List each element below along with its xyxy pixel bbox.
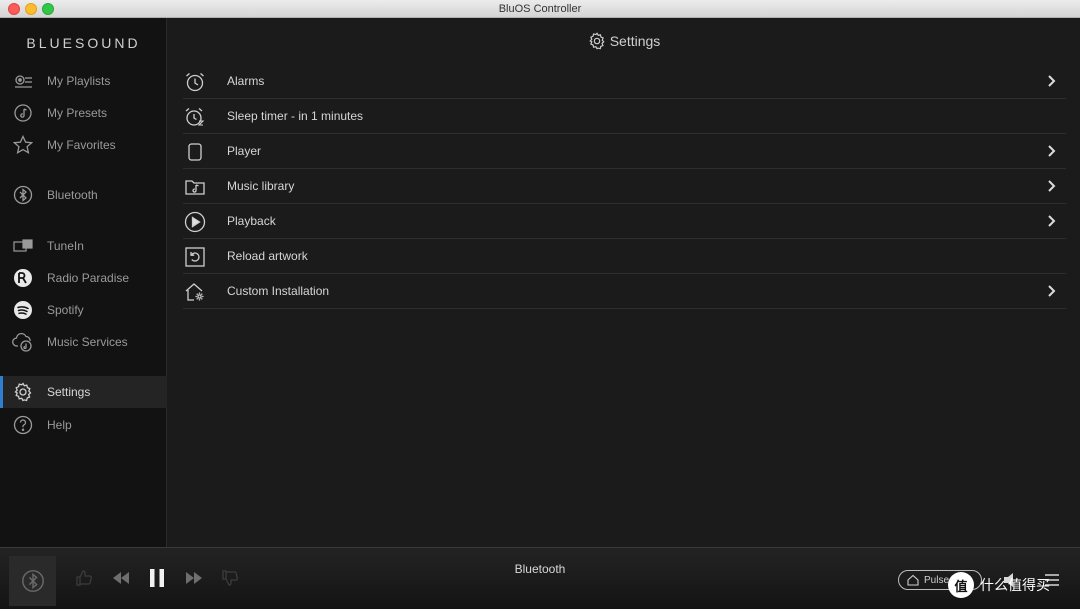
- settings-row-alarms[interactable]: Alarms: [183, 64, 1066, 99]
- sidebar-item-my-playlists[interactable]: My Playlists: [0, 65, 167, 97]
- sidebar-item-label: Spotify: [47, 303, 84, 317]
- play-circle-icon: [183, 210, 207, 234]
- sidebar-item-label: Settings: [47, 385, 91, 399]
- sidebar-item-radio-paradise[interactable]: Radio Paradise: [0, 262, 167, 294]
- sidebar-item-label: Music Services: [47, 335, 128, 349]
- sidebar-item-label: Radio Paradise: [47, 271, 130, 285]
- player-bar: Bluetooth Pulse: [0, 547, 1080, 609]
- window-title: BluOS Controller: [498, 3, 582, 15]
- music-folder-icon: [183, 175, 207, 199]
- sidebar-item-music-services[interactable]: Music Services: [0, 326, 167, 358]
- sidebar-item-label: Help: [47, 418, 72, 432]
- sidebar-item-tunein[interactable]: TuneIn: [0, 230, 167, 262]
- sidebar-item-my-favorites[interactable]: My Favorites: [0, 129, 167, 161]
- page-header: Settings: [168, 31, 1080, 51]
- settings-row-sleep-timer[interactable]: Sleep timer - in 1 minutes: [183, 99, 1066, 134]
- bluetooth-icon: [12, 184, 34, 206]
- watermark-text: 什么值得买: [980, 577, 1050, 593]
- preset-icon: [12, 102, 34, 124]
- star-icon: [12, 134, 34, 156]
- sidebar-item-bluetooth[interactable]: Bluetooth: [0, 179, 167, 211]
- settings-row-music-library[interactable]: Music library: [183, 169, 1066, 204]
- chevron-right-icon: [1044, 179, 1058, 193]
- reload-icon: [183, 245, 207, 269]
- sidebar-item-label: Bluetooth: [47, 188, 98, 202]
- help-icon: [12, 414, 34, 436]
- settings-list: Alarms Sleep timer - in 1 minutes Player: [183, 64, 1066, 309]
- settings-row-label: Playback: [227, 214, 276, 228]
- home-icon: [907, 574, 919, 586]
- spotify-icon: [12, 299, 34, 321]
- alarm-clock-icon: [183, 70, 207, 94]
- window-title-bar: BluOS Controller: [0, 0, 1080, 18]
- watermark: 值 什么值得买: [948, 568, 1080, 602]
- chevron-right-icon: [1044, 284, 1058, 298]
- settings-row-reload-artwork[interactable]: Reload artwork: [183, 239, 1066, 274]
- settings-row-label: Sleep timer - in 1 minutes: [227, 109, 364, 123]
- sidebar-item-label: My Playlists: [47, 74, 111, 88]
- playlist-icon: [12, 70, 34, 92]
- settings-row-player[interactable]: Player: [183, 134, 1066, 169]
- sidebar-item-spotify[interactable]: Spotify: [0, 294, 167, 326]
- sidebar-item-settings[interactable]: Settings: [0, 376, 167, 408]
- sleep-timer-icon: [183, 105, 207, 129]
- chevron-right-icon: [1044, 214, 1058, 228]
- settings-row-label: Player: [227, 144, 262, 158]
- sidebar-item-label: My Presets: [47, 106, 108, 120]
- settings-row-custom-installation[interactable]: Custom Installation: [183, 274, 1066, 309]
- cloud-music-icon: [12, 331, 34, 353]
- sidebar-item-my-presets[interactable]: My Presets: [0, 97, 167, 129]
- settings-row-label: Reload artwork: [227, 249, 308, 263]
- settings-row-playback[interactable]: Playback: [183, 204, 1066, 239]
- settings-row-label: Alarms: [227, 74, 265, 88]
- settings-row-label: Music library: [227, 179, 295, 193]
- settings-row-label: Custom Installation: [227, 284, 330, 298]
- sidebar-item-label: My Favorites: [47, 138, 116, 152]
- brand-logo: BLUESOUND: [26, 35, 141, 51]
- watermark-badge: 值: [948, 572, 974, 598]
- main-content: Settings Alarms Sleep timer - in 1 minut…: [168, 18, 1080, 547]
- tunein-icon: [12, 235, 34, 257]
- radio-paradise-icon: [12, 267, 34, 289]
- player-device-icon: [183, 140, 207, 164]
- gear-icon: [588, 32, 606, 50]
- chevron-right-icon: [1044, 144, 1058, 158]
- sidebar-item-label: TuneIn: [47, 239, 84, 253]
- sidebar: BLUESOUND My Playlists My Presets My Fav…: [0, 18, 167, 547]
- zone-label: Pulse: [924, 574, 950, 586]
- sidebar-item-help[interactable]: Help: [0, 409, 167, 441]
- chevron-right-icon: [1044, 74, 1058, 88]
- page-title: Settings: [609, 33, 661, 49]
- home-gear-icon: [183, 280, 207, 304]
- gear-icon: [12, 381, 34, 403]
